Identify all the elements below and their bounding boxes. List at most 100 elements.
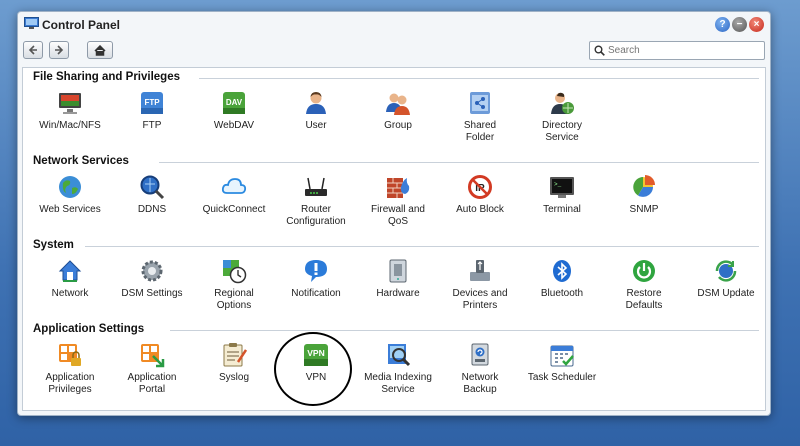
item-restore-defaults[interactable]: Restore Defaults	[602, 258, 686, 312]
terminal-icon: >_	[550, 177, 574, 198]
item-label: Terminal	[543, 204, 581, 215]
shared-folder-icon	[470, 92, 490, 114]
minus-icon: −	[736, 18, 743, 30]
item-label: Application Portal	[127, 372, 177, 395]
item-regional-options[interactable]: Regional Options	[192, 258, 276, 312]
section-divider	[159, 162, 759, 163]
item-application-privileges[interactable]: Application Privileges	[28, 342, 112, 396]
notification-icon	[305, 260, 327, 282]
item-label: WebDAV	[213, 120, 255, 131]
section-title-file-sharing: File Sharing and Privileges	[33, 71, 180, 83]
item-firewall-qos[interactable]: Firewall and QoS	[356, 174, 440, 228]
svg-text:>_: >_	[554, 181, 562, 188]
item-router-configuration[interactable]: Router Configuration	[274, 174, 358, 228]
application-portal-icon	[141, 344, 165, 368]
item-terminal[interactable]: >_ Terminal	[520, 174, 604, 216]
item-label: FTP	[142, 120, 162, 131]
section-divider	[85, 246, 759, 247]
item-label: Network	[51, 288, 89, 299]
forward-button[interactable]	[49, 41, 69, 59]
item-directory-service[interactable]: Directory Service	[520, 90, 604, 144]
section-title-network-services: Network Services	[33, 155, 129, 167]
item-label: Devices and Printers	[452, 288, 508, 311]
section-divider	[199, 78, 759, 79]
regional-options-icon	[223, 260, 247, 284]
item-syslog[interactable]: Syslog	[192, 342, 276, 384]
auto-block-icon: IP	[468, 175, 492, 199]
item-application-portal[interactable]: Application Portal	[110, 342, 194, 396]
application-privileges-icon	[59, 344, 81, 366]
ddns-icon	[140, 175, 165, 200]
item-label: User	[305, 120, 327, 131]
section-title-application-settings: Application Settings	[33, 323, 145, 335]
item-label: Network Backup	[461, 372, 499, 395]
item-label: Application Privileges	[45, 372, 95, 395]
item-label: Bluetooth	[540, 288, 584, 299]
item-label: Web Services	[39, 204, 101, 215]
minimize-button[interactable]: −	[732, 17, 747, 32]
item-notification[interactable]: Notification	[274, 258, 358, 300]
item-label: Group	[384, 120, 412, 131]
help-button[interactable]: ?	[715, 17, 730, 32]
control-panel-app-icon	[24, 17, 39, 29]
item-label: Auto Block	[456, 204, 504, 215]
item-auto-block[interactable]: IP Auto Block	[438, 174, 522, 216]
item-snmp[interactable]: SNMP	[602, 174, 686, 216]
item-ftp[interactable]: FTP FTP	[110, 90, 194, 132]
item-network-backup[interactable]: Network Backup	[438, 342, 522, 396]
item-label: Firewall and QoS	[371, 204, 425, 227]
section-divider	[170, 330, 759, 331]
item-label: Router Configuration	[286, 204, 346, 227]
title-bar: Control Panel ? − ×	[18, 12, 770, 38]
arrow-right-icon	[55, 45, 64, 55]
item-user[interactable]: User	[274, 90, 358, 132]
back-button[interactable]	[23, 41, 43, 59]
item-label: DSM Update	[697, 288, 755, 299]
item-win-mac-nfs[interactable]: Win/Mac/NFS	[28, 90, 112, 132]
bluetooth-icon	[553, 260, 571, 282]
item-network[interactable]: Network	[28, 258, 112, 300]
item-quickconnect[interactable]: QuickConnect	[192, 174, 276, 216]
search-input[interactable]	[608, 45, 758, 56]
task-scheduler-icon	[550, 345, 574, 367]
item-label: Syslog	[218, 372, 249, 383]
item-label: Win/Mac/NFS	[39, 120, 101, 131]
firewall-icon	[387, 178, 410, 198]
item-bluetooth[interactable]: Bluetooth	[520, 258, 604, 300]
item-label: DDNS	[137, 204, 167, 215]
network-backup-icon	[471, 343, 489, 366]
item-dsm-update[interactable]: DSM Update	[684, 258, 768, 300]
close-button[interactable]: ×	[749, 17, 764, 32]
hardware-icon	[389, 259, 407, 283]
svg-text:DAV: DAV	[226, 98, 243, 107]
ftp-icon: FTP	[141, 92, 163, 114]
item-web-services[interactable]: Web Services	[28, 174, 112, 216]
devices-printers-icon	[470, 260, 490, 281]
item-ddns[interactable]: DDNS	[110, 174, 194, 216]
item-hardware[interactable]: Hardware	[356, 258, 440, 300]
control-panel-content: File Sharing and Privileges Win/Mac/NFS …	[22, 67, 766, 411]
syslog-icon	[223, 343, 247, 367]
item-label: Media Indexing Service	[364, 372, 432, 395]
item-label: DSM Settings	[121, 288, 183, 299]
snmp-icon	[633, 175, 655, 197]
question-icon: ?	[719, 18, 726, 30]
item-devices-printers[interactable]: Devices and Printers	[438, 258, 522, 312]
item-label: Directory Service	[541, 120, 582, 143]
item-media-indexing-service[interactable]: Media Indexing Service	[356, 342, 440, 396]
item-group[interactable]: Group	[356, 90, 440, 132]
search-box[interactable]	[589, 41, 765, 60]
item-dsm-settings[interactable]: DSM Settings	[110, 258, 194, 300]
item-shared-folder[interactable]: Shared Folder	[438, 90, 522, 144]
home-button[interactable]	[87, 41, 113, 59]
item-task-scheduler[interactable]: Task Scheduler	[520, 342, 604, 384]
webdav-icon: DAV	[223, 92, 245, 114]
item-label: Task Scheduler	[527, 372, 597, 383]
svg-text:FTP: FTP	[144, 98, 160, 107]
item-label: QuickConnect	[202, 204, 266, 215]
web-services-icon	[59, 176, 81, 198]
router-icon	[305, 177, 327, 196]
section-title-system: System	[33, 239, 74, 251]
dsm-update-icon	[715, 260, 737, 282]
item-webdav[interactable]: DAV WebDAV	[192, 90, 276, 132]
